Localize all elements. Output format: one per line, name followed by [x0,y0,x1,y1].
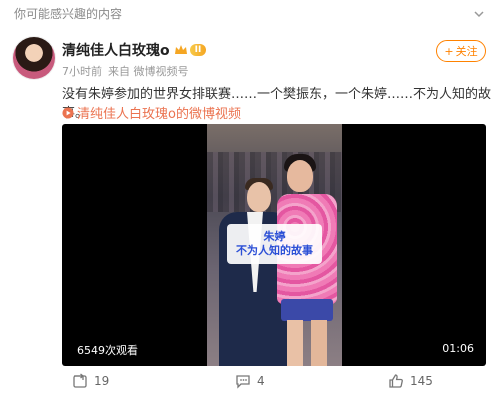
action-bar: 19 4 145 [0,373,500,397]
recommend-hint: 你可能感兴趣的内容 [14,6,123,21]
chevron-down-icon[interactable] [472,6,486,20]
follow-button[interactable]: + 关注 [436,40,486,62]
woman-leg [287,320,303,366]
crown-icon [174,45,187,54]
author-row: 清纯佳人白玫瑰o II [62,40,207,60]
like-count: 145 [410,374,433,388]
post-meta: 7小时前 来自 微博视频号 [62,63,189,79]
author-name[interactable]: 清纯佳人白玫瑰o [62,40,170,60]
repost-button[interactable]: 19 [72,373,109,389]
video-link-label: 清纯佳人白玫瑰o的微博视频 [77,107,241,122]
caption-line-1: 朱婷 [263,230,286,243]
repost-icon [73,373,87,388]
caption-line-2: 不为人知的故事 [236,244,313,257]
comment-icon [236,375,250,389]
thumbs-up-icon [389,374,403,388]
vip-badge[interactable]: II [174,44,207,56]
view-count: 6549次观看 [77,344,138,357]
like-button[interactable]: 145 [388,373,433,389]
comment-button[interactable]: 4 [235,373,265,389]
video-play-icon [62,107,74,118]
video-player[interactable]: 朱婷 不为人知的故事 6549次观看 01:06 [62,124,486,366]
vip-level: II [189,44,207,56]
woman-head [287,160,313,192]
video-link[interactable]: 清纯佳人白玫瑰o的微博视频 [62,103,241,122]
post-source: 来自 微博视频号 [108,65,189,78]
avatar[interactable] [13,37,55,79]
follow-label: 关注 [455,45,478,58]
video-caption: 朱婷 不为人知的故事 [227,224,322,264]
man-head [247,182,271,212]
comment-count: 4 [257,374,265,388]
video-thumbnail: 朱婷 不为人知的故事 [207,124,342,366]
post-time[interactable]: 7小时前 [62,63,102,79]
woman-shorts [281,299,333,321]
video-duration: 01:06 [442,342,474,355]
woman-leg [311,320,327,366]
recommend-bar: 你可能感兴趣的内容 [0,0,500,26]
plus-icon: + [444,44,454,58]
repost-count: 19 [94,374,110,388]
